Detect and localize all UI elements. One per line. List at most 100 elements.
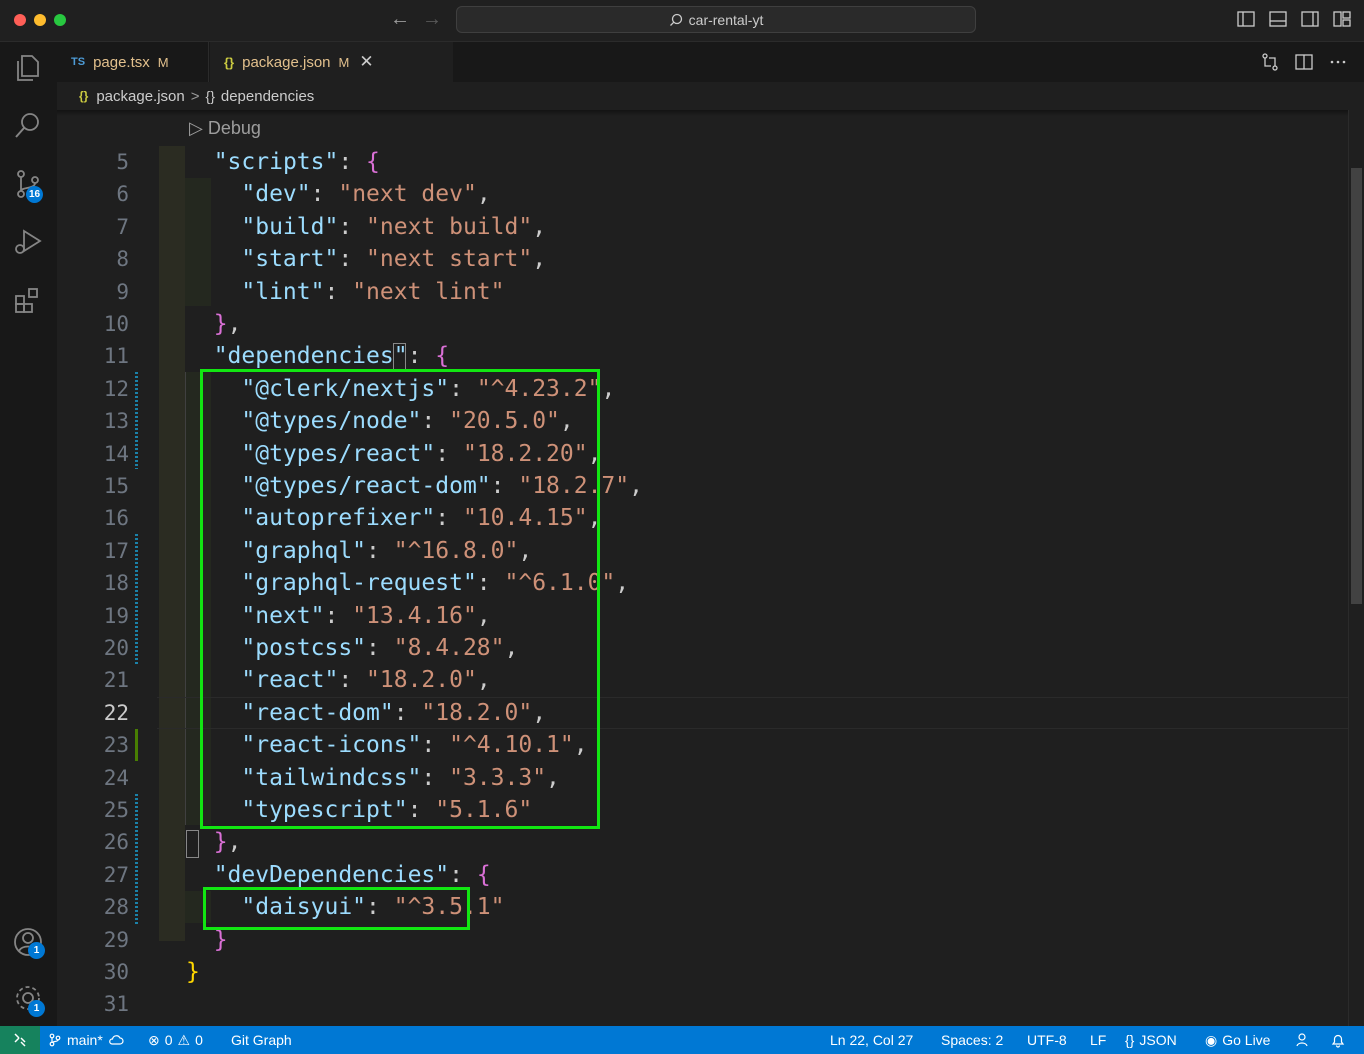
line-number: 27 [103,862,129,887]
line-number: 18 [103,571,129,596]
search-icon[interactable] [12,110,44,142]
line-number: 11 [103,344,129,369]
devdependencies-highlight-box [203,887,470,930]
breadcrumb-file[interactable]: package.json [96,88,184,105]
search-icon [669,13,682,26]
more-actions-icon[interactable] [1328,52,1348,72]
encoding-setting[interactable]: UTF-8 [1027,1026,1067,1054]
explorer-icon[interactable] [12,52,44,84]
breadcrumb-symbol[interactable]: dependencies [221,88,314,105]
line-number: 8 [116,247,129,272]
remote-icon [14,1033,26,1047]
json-file-icon: {} [224,54,235,70]
code-line[interactable]: 11 "dependencies": { [57,340,1349,372]
title-bar: ← → car-rental-yt [0,0,1364,42]
line-number: 29 [103,927,129,952]
modified-indicator: M [157,54,169,70]
toggle-panel-icon[interactable] [1268,9,1288,29]
code-editor[interactable]: ▷ Debug 5 "scripts": {6 "dev": "next dev… [57,110,1349,1026]
line-number: 14 [103,441,129,466]
maximize-window-button[interactable] [54,14,66,26]
code-line[interactable]: 9 "lint": "next lint" [57,276,1349,308]
line-number: 15 [103,474,129,498]
code-line[interactable]: 10 }, [57,308,1349,340]
line-number: 9 [116,279,129,304]
accounts-status-icon[interactable] [1295,1026,1311,1054]
back-arrow-icon[interactable]: ← [390,8,410,31]
json-file-icon: {} [79,89,89,103]
code-text: "start": "next start", [241,246,547,273]
scroll-shadow [57,110,1349,116]
command-center-search[interactable]: car-rental-yt [456,6,976,33]
close-window-button[interactable] [14,14,26,26]
minimize-window-button[interactable] [34,14,46,26]
open-changes-icon[interactable] [1260,52,1280,72]
notifications-bell-icon[interactable] [1330,1026,1346,1054]
branch-indicator[interactable]: main* [48,1026,124,1054]
line-number: 26 [103,830,129,855]
line-number: 10 [103,312,129,336]
line-number: 7 [116,214,129,239]
code-line[interactable]: 31 [57,988,1349,1020]
source-control-badge: 16 [26,186,43,203]
line-number: 6 [116,182,129,207]
cursor-position[interactable]: Ln 22, Col 27 [830,1026,913,1054]
tab-label: page.tsx [93,53,150,71]
code-line[interactable]: 7 "build": "next build", [57,211,1349,243]
typescript-file-icon: TS [71,56,86,68]
line-number: 24 [103,765,129,790]
line-number: 28 [103,895,129,920]
code-line[interactable]: 26 }, [57,826,1349,858]
scrollbar-thumb[interactable] [1351,168,1362,604]
bracket-match-highlight [393,343,406,371]
line-number: 22 [103,700,129,725]
broadcast-icon: ◉ [1205,1031,1218,1048]
code-line[interactable]: 5 "scripts": { [57,146,1349,178]
editor-scrollbar[interactable] [1348,110,1364,1026]
search-text: car-rental-yt [688,11,764,28]
line-number: 30 [103,960,129,984]
warning-count: 0 [195,1032,203,1048]
tab-package-json[interactable]: {} package.json M ✕ [210,42,453,82]
object-symbol-icon: {} [205,88,215,104]
line-number: 5 [116,150,129,174]
split-editor-icon[interactable] [1294,52,1314,72]
line-number: 23 [103,733,129,758]
indentation-setting[interactable]: Spaces: 2 [941,1026,1003,1054]
settings-badge: 1 [28,1000,45,1017]
code-line[interactable]: 8 "start": "next start", [57,243,1349,275]
code-text: "devDependencies": { [213,861,491,888]
tab-label: package.json [242,53,331,71]
code-line[interactable]: 27 "devDependencies": { [57,859,1349,891]
line-number: 31 [103,992,129,1017]
tab-page-tsx[interactable]: TS page.tsx M [57,42,209,82]
extensions-icon[interactable] [12,284,44,316]
close-tab-icon[interactable]: ✕ [359,52,373,72]
language-mode[interactable]: {} JSON [1125,1026,1177,1054]
tab-bar: TS page.tsx M {} package.json M ✕ [57,42,1364,82]
line-number: 12 [103,376,129,401]
toggle-secondary-sidebar-icon[interactable] [1300,9,1320,29]
accounts-badge: 1 [28,942,45,959]
forward-arrow-icon[interactable]: → [422,8,442,31]
git-graph-button[interactable]: Git Graph [231,1026,292,1054]
code-line[interactable]: 6 "dev": "next dev", [57,178,1349,210]
breadcrumb-separator: > [190,87,200,105]
codelens-debug[interactable]: ▷ Debug [189,118,261,139]
run-debug-icon[interactable] [12,226,44,258]
dependencies-highlight-box [200,369,600,829]
line-number: 16 [103,506,129,531]
eol-setting[interactable]: LF [1090,1026,1106,1054]
sync-cloud-icon [108,1035,124,1045]
customize-layout-icon[interactable] [1332,9,1352,29]
go-live-button[interactable]: ◉ Go Live [1205,1026,1270,1054]
error-icon: ⊗ [148,1031,160,1048]
code-line[interactable]: 30} [57,956,1349,988]
toggle-primary-sidebar-icon[interactable] [1236,9,1256,29]
remote-indicator[interactable] [0,1026,40,1054]
code-text: "dependencies": { [213,343,450,370]
warning-icon: ⚠ [177,1031,191,1048]
status-bar: main* ⊗ 0 ⚠ 0 Git Graph Ln 22, Col 27 Sp… [0,1026,1364,1054]
problems-indicator[interactable]: ⊗ 0 ⚠ 0 [148,1026,203,1054]
breadcrumb: {} package.json > {} dependencies [57,82,1364,110]
